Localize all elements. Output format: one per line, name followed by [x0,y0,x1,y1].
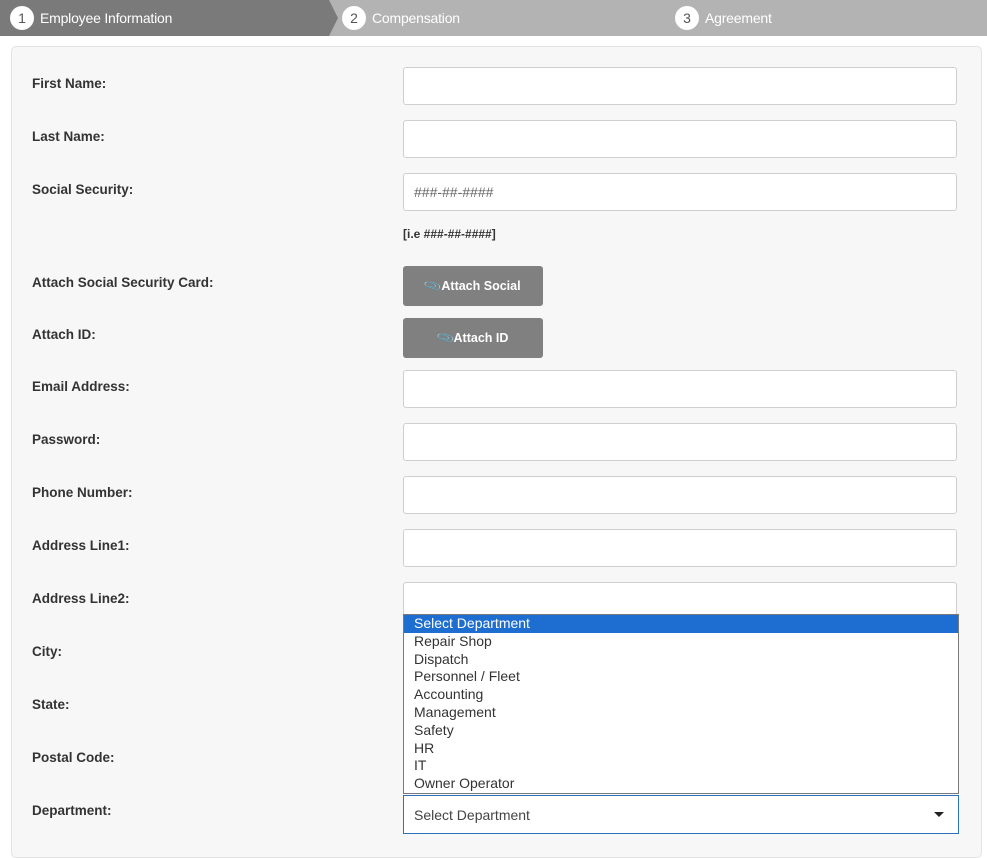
first-name-input[interactable] [403,67,957,105]
wizard-steps: 1 Employee Information 2 Compensation 3 … [0,0,987,36]
attach-social-button-label: Attach Social [441,279,521,293]
password-label: Password: [32,432,101,447]
department-option[interactable]: Owner Operator [404,775,958,793]
department-option[interactable]: Select Department [404,615,958,633]
attach-social-button[interactable]: 📎 Attach Social [403,266,543,306]
attach-id-button-label: Attach ID [453,331,509,345]
attach-social-label: Attach Social Security Card: [32,275,214,290]
step-employee-information[interactable]: 1 Employee Information [10,0,172,36]
email-input[interactable] [403,370,957,408]
step-compensation[interactable]: 2 Compensation [342,0,460,36]
password-input[interactable] [403,423,957,461]
paperclip-icon: 📎 [422,276,443,296]
last-name-input[interactable] [403,120,957,158]
state-label: State: [32,697,70,712]
social-security-input[interactable] [403,173,957,211]
address-line1-label: Address Line1: [32,538,130,553]
step-label: Employee Information [40,10,173,26]
department-option[interactable]: Safety [404,722,958,740]
first-name-label: First Name: [32,76,107,91]
step-number: 2 [342,6,366,30]
department-select[interactable]: Select Department [403,795,959,834]
address-line2-label: Address Line2: [32,591,130,606]
department-option[interactable]: Repair Shop [404,633,958,651]
department-option[interactable]: Personnel / Fleet [404,668,958,686]
department-option[interactable]: HR [404,740,958,758]
social-security-label: Social Security: [32,182,134,197]
department-label: Department: [32,803,112,818]
department-option[interactable]: Dispatch [404,651,958,669]
step-agreement[interactable]: 3 Agreement [675,0,772,36]
last-name-label: Last Name: [32,129,105,144]
caret-down-icon [934,812,944,817]
department-selected-value: Select Department [414,806,530,823]
department-dropdown: Select Department Repair Shop Dispatch P… [403,614,959,794]
postal-code-label: Postal Code: [32,750,115,765]
department-option[interactable]: IT [404,757,958,775]
step-number: 1 [10,6,34,30]
department-option[interactable]: Accounting [404,686,958,704]
step-label: Compensation [372,10,460,26]
paperclip-icon: 📎 [435,328,456,348]
attach-id-label: Attach ID: [32,327,96,342]
email-label: Email Address: [32,379,130,394]
department-option[interactable]: Management [404,704,958,722]
step-number: 3 [675,6,699,30]
phone-label: Phone Number: [32,485,133,500]
attach-id-button[interactable]: 📎 Attach ID [403,318,543,358]
city-label: City: [32,644,62,659]
social-security-hint: [i.e ###-##-####] [403,227,496,241]
phone-input[interactable] [403,476,957,514]
step-label: Agreement [705,10,772,26]
address-line1-input[interactable] [403,529,957,567]
